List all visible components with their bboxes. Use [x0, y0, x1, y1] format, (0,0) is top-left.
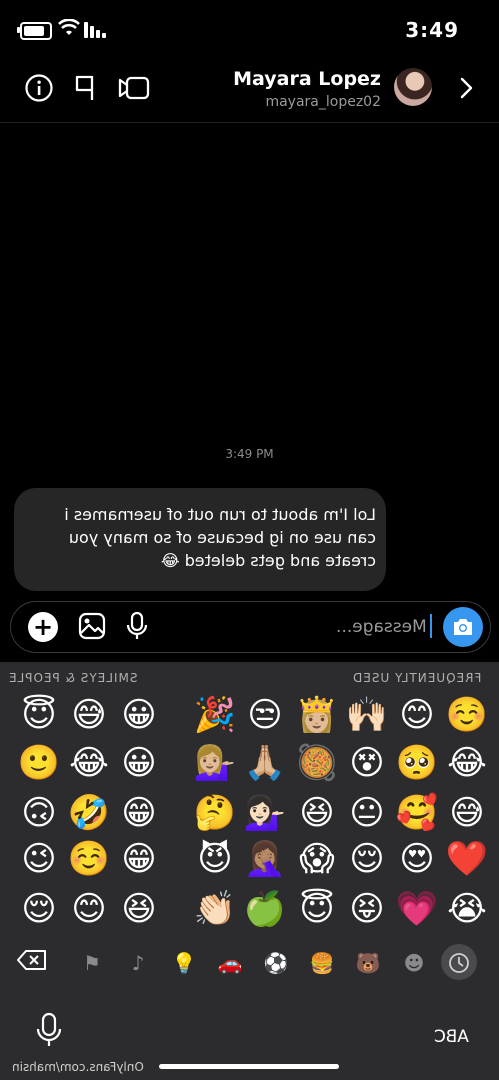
emoji-key[interactable]: 💁🏼‍♀️	[190, 738, 240, 788]
emoji-key[interactable]: 🥘	[292, 738, 342, 788]
symbols-category-icon[interactable]: ♪	[122, 947, 154, 979]
emoji-key[interactable]: 😆	[114, 884, 164, 934]
watermark: OnlyFans.com/mahsin	[12, 1060, 144, 1074]
emoji-key[interactable]: 🙂	[14, 738, 64, 788]
recent-category-icon[interactable]	[443, 947, 475, 979]
gallery-icon[interactable]	[78, 612, 106, 644]
signal-icon	[84, 22, 108, 38]
frequently-used-label: FREQUENTLY USED	[351, 671, 481, 685]
emoji-key[interactable]: 😍	[392, 834, 442, 884]
emoji-key[interactable]: 🤦🏽‍♀️	[240, 834, 290, 884]
emoji-key[interactable]: 🙌🏻	[342, 690, 392, 740]
emoji-key[interactable]: 😁	[114, 788, 164, 838]
emoji-key[interactable]: 😅	[64, 690, 114, 740]
contact-name[interactable]: Mayara Lopez	[233, 68, 381, 90]
objects-category-icon[interactable]: 💡	[168, 947, 200, 979]
microphone-icon[interactable]	[126, 611, 148, 645]
emoji-key[interactable]: 😒	[240, 690, 290, 740]
emoji-key[interactable]: 🙃	[14, 788, 64, 838]
add-icon[interactable]: +	[28, 612, 58, 642]
emoji-key[interactable]: 💗	[392, 884, 442, 934]
emoji-key[interactable]: 😱	[292, 834, 342, 884]
home-indicator[interactable]	[159, 1064, 339, 1069]
emoji-key[interactable]: 😀	[114, 738, 164, 788]
activity-category-icon[interactable]: ⚽	[260, 947, 292, 979]
emoji-key[interactable]: 😈	[190, 834, 240, 884]
emoji-key[interactable]: 😆	[292, 788, 342, 838]
emoji-key[interactable]: 🤔	[190, 788, 240, 838]
status-time: 3:49	[405, 18, 459, 42]
travel-category-icon[interactable]: 🚗	[214, 947, 246, 979]
wifi-icon	[58, 18, 80, 42]
emoji-key[interactable]: 😁	[114, 834, 164, 884]
text-cursor	[430, 614, 432, 638]
animals-category-icon[interactable]: 🐻	[352, 947, 384, 979]
emoji-key[interactable]: ☺️	[442, 690, 492, 740]
camera-icon	[454, 619, 472, 635]
message-input[interactable]: Message...	[336, 617, 427, 637]
message-timestamp: 3:49 PM	[225, 447, 274, 461]
emoji-key[interactable]: 🍏	[240, 884, 290, 934]
chevron-right-icon[interactable]	[449, 71, 483, 105]
battery-tip	[17, 27, 20, 33]
emoji-key[interactable]: 😅	[442, 788, 492, 838]
video-call-icon[interactable]	[117, 71, 151, 105]
smileys-label: SMILEYS & PEOPLE	[8, 671, 138, 685]
flag-icon[interactable]	[68, 71, 102, 105]
info-icon[interactable]	[22, 71, 56, 105]
flags-category-icon[interactable]: ⚑	[76, 947, 108, 979]
emoji-key[interactable]: 🙏🏼	[240, 738, 290, 788]
emoji-key[interactable]: 😇	[14, 690, 64, 740]
emoji-key[interactable]: 😐	[342, 788, 392, 838]
emoji-key[interactable]: 😂	[64, 738, 114, 788]
emoji-key[interactable]: 😇	[292, 884, 342, 934]
camera-button[interactable]	[443, 607, 483, 647]
avatar[interactable]	[394, 68, 432, 106]
emoji-key[interactable]: 🤣	[64, 788, 114, 838]
emoji-key[interactable]: 😉	[14, 834, 64, 884]
smileys-category-icon[interactable]: ☻	[398, 947, 430, 979]
emoji-key[interactable]: 😵	[342, 738, 392, 788]
message-text: Lol I'm about to run out of usernames i …	[64, 505, 376, 570]
emoji-key[interactable]: 😝	[342, 884, 392, 934]
emoji-key[interactable]: 💁🏻‍♀️	[240, 788, 290, 838]
emoji-key[interactable]: 😀	[114, 690, 164, 740]
emoji-key[interactable]: ❤️	[442, 834, 492, 884]
food-category-icon[interactable]: 🍔	[306, 947, 338, 979]
delete-icon[interactable]	[15, 948, 47, 976]
contact-handle[interactable]: mayara_lopez02	[265, 94, 381, 110]
emoji-key[interactable]: 🥰	[392, 788, 442, 838]
emoji-key[interactable]: 😊	[392, 690, 442, 740]
emoji-key[interactable]: 👸🏼	[292, 690, 342, 740]
emoji-key[interactable]: 😊	[64, 884, 114, 934]
emoji-key[interactable]: 😌	[14, 884, 64, 934]
emoji-key[interactable]: 😭	[442, 884, 492, 934]
emoji-key[interactable]: 😂	[442, 738, 492, 788]
emoji-key[interactable]: 😌	[342, 834, 392, 884]
abc-button[interactable]: ABC	[434, 1027, 469, 1047]
emoji-key[interactable]: 🥺	[392, 738, 442, 788]
emoji-key[interactable]: 🎉	[190, 690, 240, 740]
emoji-key[interactable]: ☺️	[64, 834, 114, 884]
battery-icon	[20, 22, 52, 40]
emoji-key[interactable]: 👏🏻	[190, 884, 240, 934]
dictation-mic-icon[interactable]	[36, 1012, 62, 1052]
